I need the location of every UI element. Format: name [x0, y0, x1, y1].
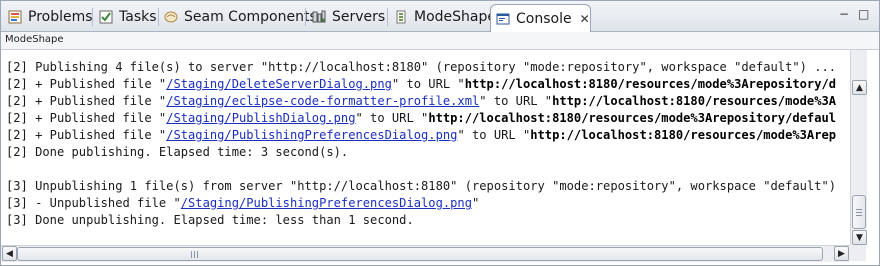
console-line: [3] Unpublishing 1 file(s) from server "…	[6, 178, 836, 195]
file-link[interactable]: /Staging/eclipse-code-formatter-profile.…	[166, 94, 479, 108]
published-url: http://localhost:8180/resources/mode%3Ar…	[464, 77, 837, 91]
console-text: [2] Done publishing. Elapsed time: 3 sec…	[6, 145, 349, 159]
tab-servers[interactable]: Servers	[307, 4, 385, 30]
console-text: [2] + Published file "	[6, 128, 167, 142]
close-icon[interactable]: ✕	[580, 12, 590, 26]
vertical-scrollbar[interactable]: ▲ ▼	[850, 50, 867, 245]
published-url: http://localhost:8180/resources/mode%3Ar…	[428, 111, 837, 125]
minimize-icon[interactable]: −	[839, 7, 849, 21]
console-line: [2] Done publishing. Elapsed time: 3 sec…	[6, 144, 348, 161]
console-text: "	[472, 196, 480, 210]
scroll-down-button[interactable]: ▼	[852, 230, 867, 245]
console-text: [3] Done unpublishing. Elapsed time: les…	[6, 213, 414, 227]
grip-line	[856, 212, 862, 213]
file-link[interactable]: /Staging/PublishingPreferencesDialog.png	[166, 128, 457, 142]
modeshape-icon	[393, 9, 409, 25]
scroll-left-button[interactable]: ◀	[2, 246, 17, 261]
horizontal-scroll-thumb[interactable]	[17, 247, 823, 261]
console-output[interactable]: [2] Publishing 4 file(s) to server "http…	[1, 50, 849, 245]
scroll-right-button[interactable]: ▶	[834, 246, 849, 261]
tab-separator	[92, 8, 93, 26]
tab-modeshape[interactable]: ModeShape	[389, 4, 496, 30]
console-text: [3] Unpublishing 1 file(s) from server "…	[6, 179, 837, 193]
grip-line	[194, 251, 195, 258]
console-text: [2] + Published file "	[6, 77, 167, 91]
console-name-label: ModeShape	[5, 34, 64, 45]
console-text: [2] + Published file "	[6, 94, 167, 108]
published-url: http://localhost:8180/resources/mode%3Ar…	[530, 128, 837, 142]
tab-label: Tasks	[119, 9, 157, 25]
grip-line	[856, 209, 862, 210]
tab-label: Problems	[28, 9, 93, 25]
grip-line	[197, 251, 198, 258]
tasks-icon	[98, 9, 114, 25]
console-line: [2] + Published file "/Staging/Publishin…	[6, 127, 836, 144]
console-line: [2] + Published file "/Staging/eclipse-c…	[6, 93, 836, 110]
console-text: " to URL "	[391, 77, 465, 91]
tab-label: Seam Components	[184, 9, 317, 25]
vertical-scroll-thumb[interactable]	[852, 195, 866, 229]
console-text: [3] - Unpublished file "	[6, 196, 181, 210]
servers-icon	[311, 9, 327, 25]
tab-separator	[305, 8, 306, 26]
console-text: " to URL "	[355, 111, 429, 125]
console-line: [2] Publishing 4 file(s) to server "http…	[6, 59, 836, 76]
tab-label: Servers	[332, 9, 386, 25]
file-link[interactable]: /Staging/DeleteServerDialog.png	[166, 77, 392, 91]
horizontal-scrollbar[interactable]: ◀ ▶	[1, 245, 850, 262]
tab-label: Console	[516, 10, 572, 27]
tab-console[interactable]: Console ✕	[490, 4, 591, 32]
console-line: [2] + Published file "/Staging/PublishDi…	[6, 110, 836, 127]
tab-tasks[interactable]: Tasks	[94, 4, 157, 30]
published-url: http://localhost:8180/resources/mode%3A	[552, 94, 837, 108]
console-text: " to URL "	[457, 128, 531, 142]
view-tab-bar: Problems Tasks Seam Components Servers M…	[1, 1, 879, 32]
console-text: " to URL "	[479, 94, 553, 108]
tab-problems[interactable]: Problems	[3, 4, 93, 30]
console-line: [2] + Published file "/Staging/DeleteSer…	[6, 76, 836, 93]
console-text: [2] + Published file "	[6, 111, 167, 125]
seam-components-icon	[163, 9, 179, 25]
problems-icon	[7, 9, 23, 25]
console-icon	[495, 11, 511, 27]
console-view: Problems Tasks Seam Components Servers M…	[0, 0, 880, 266]
scrollbar-corner	[850, 245, 866, 261]
tab-separator	[387, 8, 388, 26]
console-line: [3] - Unpublished file "/Staging/Publish…	[6, 195, 479, 212]
grip-line	[856, 215, 862, 216]
scroll-up-button[interactable]: ▲	[852, 80, 867, 95]
file-link[interactable]: /Staging/PublishingPreferencesDialog.png	[181, 196, 472, 210]
maximize-icon[interactable]: □	[858, 7, 869, 21]
console-line: [3] Done unpublishing. Elapsed time: les…	[6, 212, 414, 229]
tab-label: ModeShape	[414, 9, 496, 25]
console-text: [2] Publishing 4 file(s) to server "http…	[6, 60, 837, 74]
file-link[interactable]: /Staging/PublishDialog.png	[166, 111, 355, 125]
console-toolbar: ModeShape	[1, 32, 879, 50]
tab-seam-components[interactable]: Seam Components	[159, 4, 317, 30]
grip-line	[191, 251, 192, 258]
